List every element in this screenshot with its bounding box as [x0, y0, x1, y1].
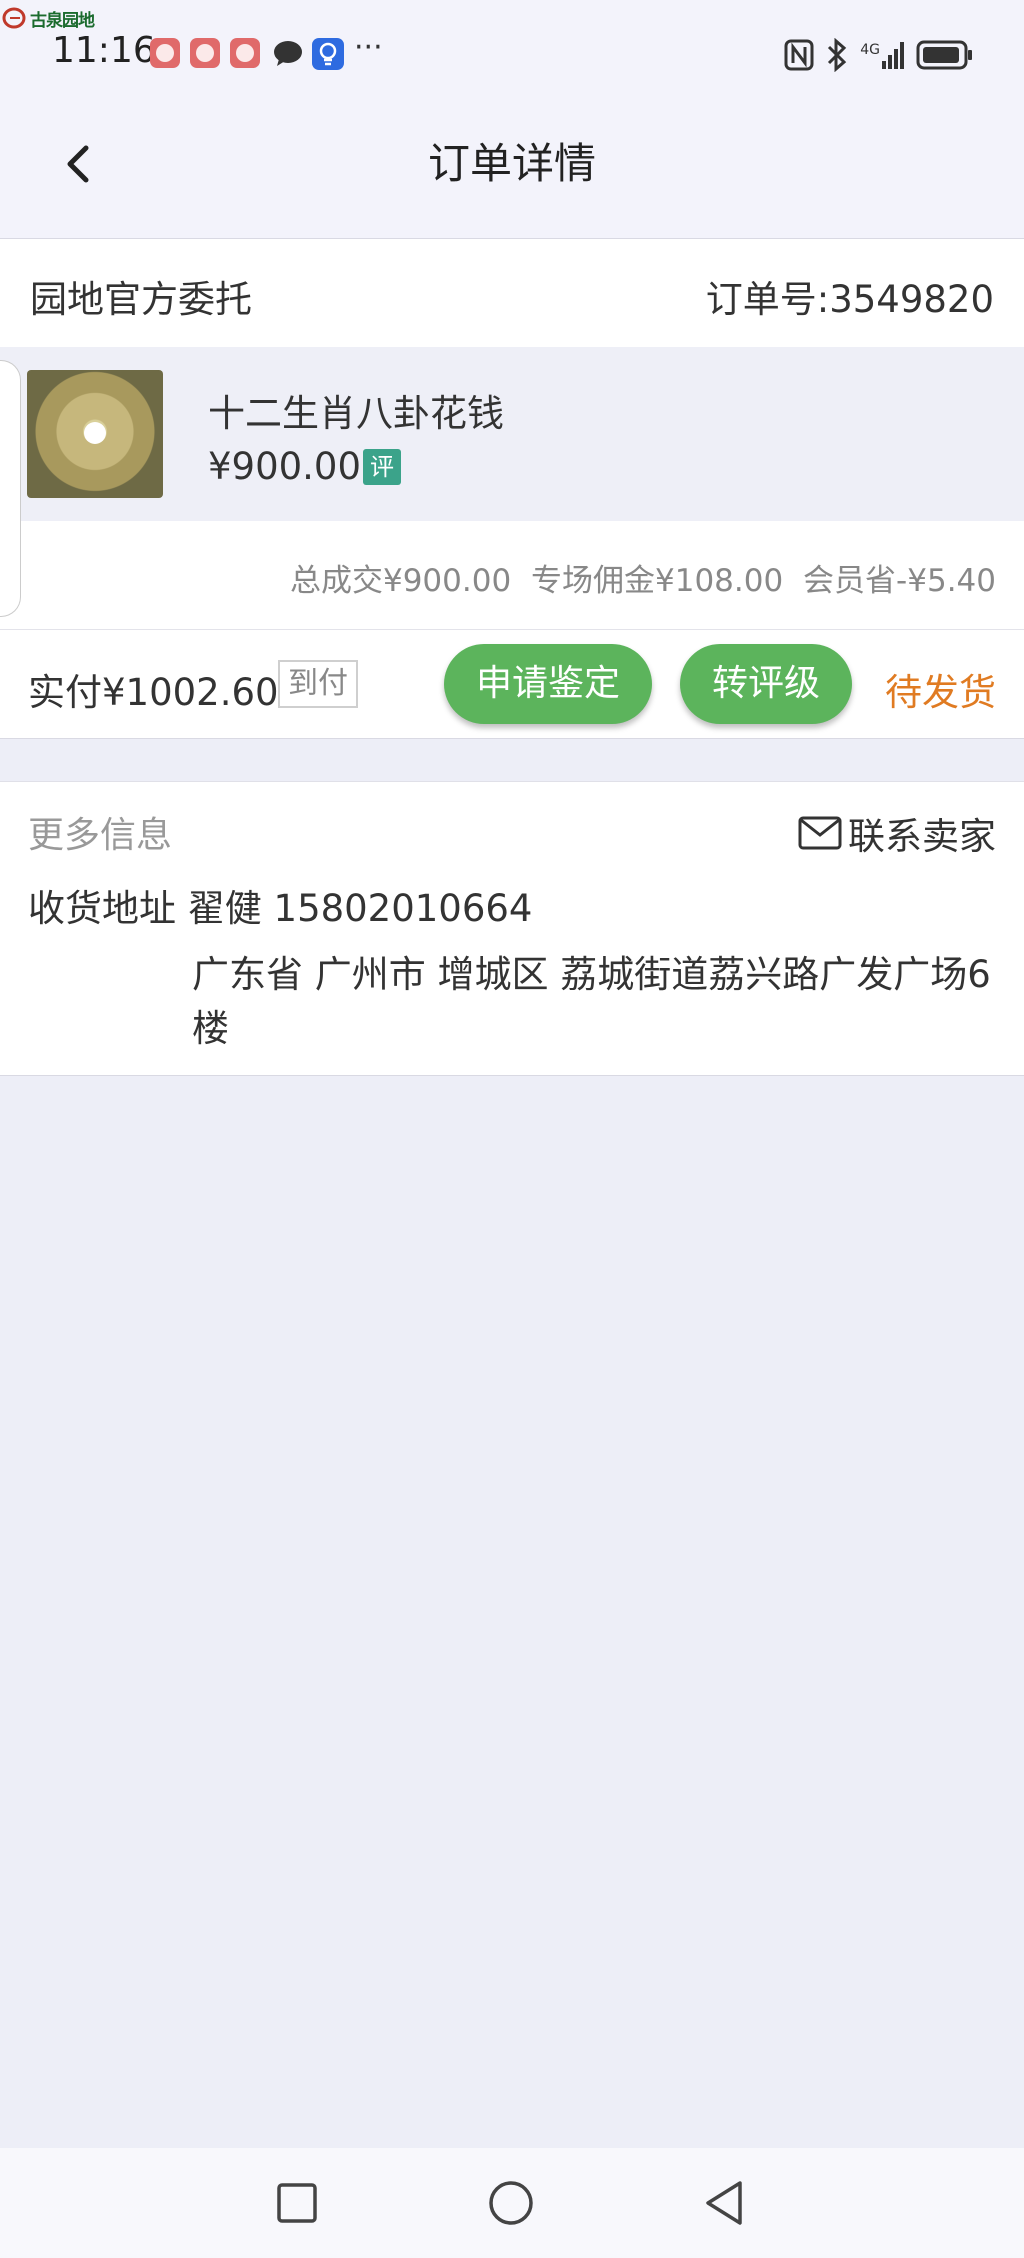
transfer-grading-button[interactable]: 转评级: [680, 644, 852, 724]
shipping-address: 广东省 广州市 增城区 荔城街道荔兴路广发广场6楼: [192, 953, 991, 1050]
item-name: 十二生肖八卦花钱: [208, 392, 504, 435]
order-header: 园地官方委托 订单号:3549820: [0, 239, 1024, 347]
cod-tag: 到付: [278, 660, 358, 708]
signal-icon: 4G: [860, 41, 904, 69]
price-summary: 总成交¥900.00 专场佣金¥108.00 会员省-¥5.40: [0, 521, 1024, 630]
back-triangle-icon[interactable]: [700, 2178, 750, 2228]
payment-row: 实付¥1002.60 到付 申请鉴定 转评级 待发货: [0, 630, 1024, 739]
more-info-section: 更多信息 联系卖家 收货地址 翟健 15802010664 广东省 广州市 增城…: [0, 781, 1024, 1076]
contact-seller-label: 联系卖家: [848, 815, 996, 858]
home-circle-icon[interactable]: [486, 2178, 536, 2228]
item-thumbnail[interactable]: [27, 370, 163, 498]
shipping-address-contact: 收货地址 翟健 15802010664: [28, 887, 533, 930]
chevron-left-icon: [67, 145, 89, 183]
contact-seller-button[interactable]: 联系卖家: [798, 806, 996, 860]
notification-app-icon: [190, 38, 220, 68]
status-indicators: 4G: [784, 38, 974, 72]
network-type-label: 4G: [860, 41, 880, 58]
app-watermark: 古泉园地: [2, 6, 95, 31]
item-price: ¥900.00: [208, 445, 362, 488]
graded-badge: 评: [363, 449, 401, 485]
status-time: 11:16: [52, 30, 156, 71]
paid-amount: 实付¥1002.60: [28, 671, 279, 714]
bluetooth-icon: [828, 38, 847, 72]
watermark-text: 古泉园地: [30, 10, 95, 31]
notification-app-icon: [230, 38, 260, 68]
order-item[interactable]: 十二生肖八卦花钱 ¥900.00 评: [0, 347, 1024, 521]
chat-bubble-icon: [274, 41, 302, 66]
summary-text: 总成交¥900.00 专场佣金¥108.00 会员省-¥5.40: [289, 563, 996, 599]
battery-icon: [916, 40, 972, 70]
lightbulb-icon: [312, 38, 344, 70]
notification-app-icon: [150, 38, 180, 68]
recents-square-icon[interactable]: [272, 2178, 322, 2228]
mail-icon: [798, 816, 842, 850]
nav-bar: 订单详情: [0, 100, 1024, 239]
page-title: 订单详情: [427, 139, 596, 188]
order-status: 待发货: [885, 671, 996, 714]
nfc-icon: [784, 39, 814, 71]
app-logo-icon: [2, 7, 26, 29]
more-info-title: 更多信息: [28, 815, 173, 856]
seller-name: 园地官方委托: [30, 278, 252, 321]
more-notifications-icon: ···: [354, 30, 383, 65]
system-nav-bar: [0, 2148, 1024, 2258]
request-appraisal-button[interactable]: 申请鉴定: [444, 644, 652, 724]
side-drawer-handle[interactable]: [0, 360, 21, 617]
order-number: 订单号:3549820: [705, 278, 994, 321]
back-button[interactable]: [50, 134, 110, 194]
status-bar: 古泉园地 11:16 ··· 4G: [0, 0, 1024, 100]
